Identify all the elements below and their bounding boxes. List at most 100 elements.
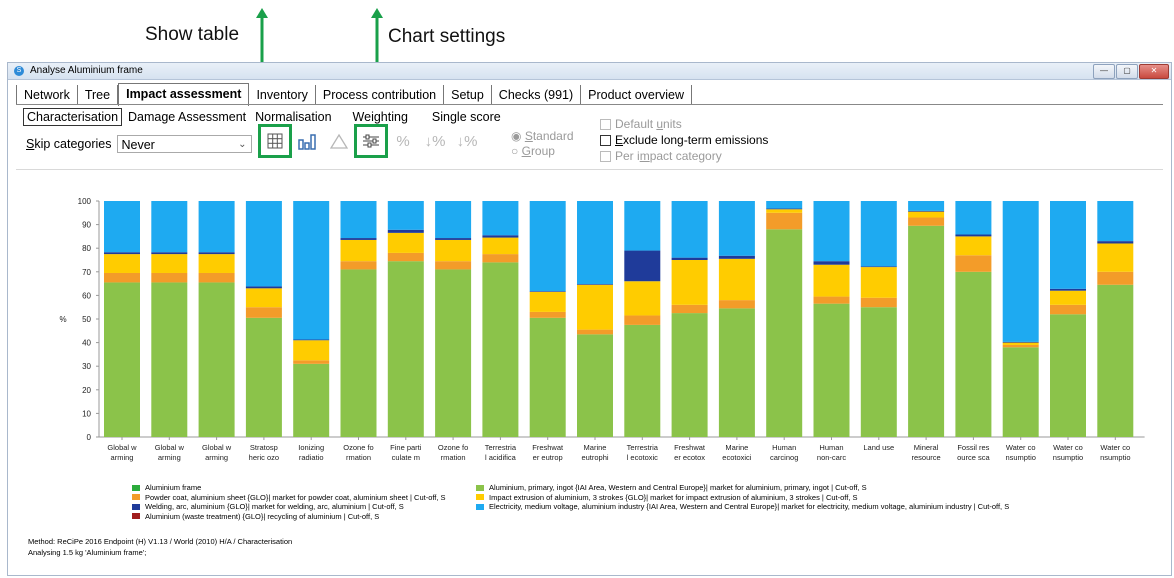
bar-segment: [198, 201, 235, 253]
bar-segment: [293, 363, 330, 437]
x-tick-label: rmation: [441, 453, 466, 462]
bar-segment: [955, 234, 992, 237]
bar-segment: [387, 252, 424, 262]
bar-segment: [766, 201, 803, 209]
checkbox-exclude-long-term[interactable]: Exclude long-term emissions: [600, 132, 768, 148]
legend-item: Impact extrusion of aluminium, 3 strokes…: [476, 493, 858, 502]
x-tick-label: resource: [912, 453, 941, 462]
skip-categories-label: Skip categories: [26, 137, 112, 151]
bar-segment: [340, 238, 377, 240]
x-tick-label: Ozone fo: [438, 443, 468, 452]
subtab-characterisation[interactable]: Characterisation: [23, 108, 123, 126]
skip-categories-select[interactable]: Never ⌄: [117, 135, 253, 153]
chart-settings-icon[interactable]: [354, 124, 388, 158]
bar-segment: [577, 284, 613, 330]
x-tick-label: arming: [111, 453, 134, 462]
sub-tabs: Characterisation Damage Assessment Norma…: [23, 108, 507, 126]
chart-toolbar: % ↓% ↓%: [258, 124, 479, 158]
y-tick-label: 80: [82, 244, 91, 253]
subtab-damage-assessment[interactable]: Damage Assessment: [125, 110, 249, 124]
bar-segment: [529, 291, 566, 312]
x-tick-label: radiatio: [299, 453, 324, 462]
tab-divider: [16, 104, 1163, 105]
show-table-callout: Show table: [145, 24, 240, 45]
bar-segment: [245, 288, 282, 308]
tab-network[interactable]: Network: [16, 85, 78, 105]
x-tick-label: non-carc: [817, 453, 846, 462]
table-icon[interactable]: [258, 124, 292, 158]
bar-segment: [529, 317, 566, 437]
tab-setup[interactable]: Setup: [444, 85, 492, 105]
bar-segment: [387, 201, 424, 230]
bar-segment: [151, 252, 188, 255]
subtab-single-score[interactable]: Single score: [429, 110, 504, 124]
legend-item: Aluminium (waste treatment) {GLO}| recyc…: [132, 512, 379, 521]
x-tick-label: arming: [205, 453, 228, 462]
bar-segment: [955, 255, 992, 272]
x-tick-label: nsumptio: [1100, 453, 1130, 462]
radio-group[interactable]: ○ Group: [511, 144, 574, 159]
x-tick-label: Ozone fo: [343, 443, 373, 452]
x-tick-label: Marine: [584, 443, 607, 452]
bar-segment: [908, 201, 945, 211]
x-tick-label: carcinog: [770, 453, 798, 462]
bar-segment: [577, 334, 613, 437]
tab-inventory[interactable]: Inventory: [249, 85, 316, 105]
radio-standard[interactable]: ◉ Standard: [511, 129, 574, 144]
bar-segment: [1002, 341, 1039, 343]
bar-segment: [671, 260, 708, 305]
x-tick-label: culate m: [392, 453, 420, 462]
bar-segment: [813, 201, 850, 262]
bar-segment: [766, 209, 803, 213]
bar-chart-icon[interactable]: [295, 129, 319, 153]
maximize-button[interactable]: ▢: [1116, 64, 1138, 79]
legend-swatch: [476, 494, 484, 500]
percent-icon[interactable]: %: [391, 129, 415, 153]
bar-segment: [340, 261, 377, 270]
bar-segment: [1097, 271, 1134, 285]
bar-segment: [104, 252, 140, 255]
chevron-down-icon: ⌄: [238, 139, 247, 150]
bar-segment: [624, 281, 661, 316]
x-tick-label: Stratosp: [250, 443, 278, 452]
y-tick-label: 10: [82, 409, 91, 418]
tab-impact-assessment[interactable]: Impact assessment: [118, 83, 250, 106]
legend-label: Powder coat, aluminium sheet {GLO}| mark…: [145, 492, 446, 502]
checkbox-per-impact-category[interactable]: Per impact category: [600, 148, 768, 164]
bar-segment: [1002, 344, 1039, 348]
bar-segment: [624, 315, 661, 325]
title-bar: S Analyse Aluminium frame — ▢ ✕: [8, 63, 1171, 80]
y-tick-label: 40: [82, 339, 91, 348]
subtab-weighting[interactable]: Weighting: [350, 110, 411, 124]
sort-percent-icon[interactable]: ↓%: [455, 129, 479, 153]
tab-product-overview[interactable]: Product overview: [581, 85, 693, 105]
minimize-button[interactable]: —: [1093, 64, 1115, 79]
bar-segment: [151, 254, 188, 273]
bar-segment: [1097, 284, 1134, 437]
triangle-icon[interactable]: [327, 129, 351, 153]
sort-down-icon[interactable]: ↓%: [423, 129, 447, 153]
tab-process-contribution[interactable]: Process contribution: [316, 85, 445, 105]
toolbar-separator: [16, 169, 1163, 170]
close-button[interactable]: ✕: [1139, 64, 1169, 79]
x-tick-label: l acidifica: [485, 453, 517, 462]
skip-categories: Skip categories Never ⌄: [26, 135, 253, 153]
x-tick-label: er ecotox: [674, 453, 705, 462]
x-tick-label: Fine parti: [390, 443, 422, 452]
window-controls: — ▢ ✕: [1093, 64, 1169, 79]
bar-segment: [482, 235, 519, 238]
bar-segment: [908, 210, 945, 212]
checkbox-default-units[interactable]: Default units: [600, 116, 768, 132]
legend-swatch: [132, 503, 140, 510]
bar-segment: [908, 211, 945, 218]
tab-checks[interactable]: Checks (991): [492, 85, 582, 105]
bar-segment: [151, 282, 188, 437]
legend-item: Welding, arc, aluminium {GLO}| market fo…: [132, 502, 404, 511]
subtab-normalisation[interactable]: Normalisation: [252, 110, 334, 124]
bar-segment: [671, 313, 708, 437]
bar-segment: [624, 201, 661, 251]
tab-tree[interactable]: Tree: [78, 85, 119, 105]
bar-segment: [293, 340, 330, 361]
bar-segment: [860, 201, 897, 267]
bar-segment: [813, 264, 850, 297]
